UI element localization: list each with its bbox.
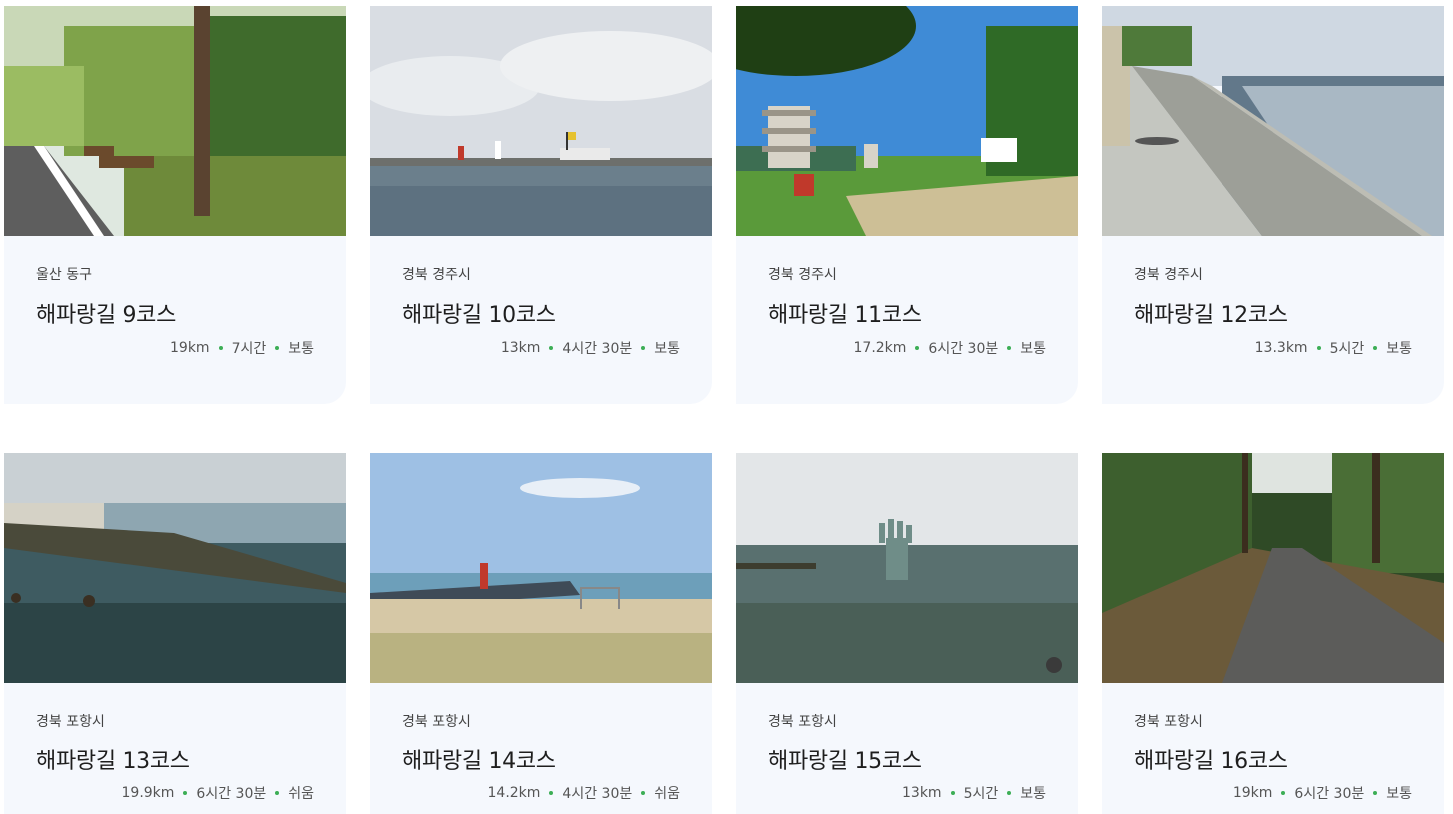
separator-dot-icon bbox=[1373, 346, 1378, 350]
course-title[interactable]: 해파랑길 10코스 bbox=[402, 297, 556, 329]
course-meta: 17.2km 6시간 30분 보통 bbox=[854, 338, 1047, 358]
course-region: 경북 경주시 bbox=[768, 267, 837, 283]
course-meta: 19km 7시간 보통 bbox=[170, 338, 314, 358]
course-distance: 14.2km bbox=[487, 785, 541, 801]
course-duration: 6시간 30분 bbox=[196, 786, 267, 802]
course-distance: 17.2km bbox=[853, 340, 907, 356]
course-photo-hand-sculpture[interactable] bbox=[736, 453, 1078, 683]
separator-dot-icon bbox=[218, 346, 223, 350]
course-title[interactable]: 해파랑길 14코스 bbox=[402, 743, 556, 775]
course-region: 경북 경주시 bbox=[1134, 267, 1203, 283]
course-duration: 6시간 30분 bbox=[1294, 786, 1365, 802]
course-duration: 5시간 bbox=[1329, 341, 1365, 357]
course-card-9[interactable]: 울산 동구 해파랑길 9코스 19km 7시간 보통 bbox=[4, 6, 346, 404]
course-region: 경북 포항시 bbox=[402, 714, 471, 730]
course-meta: 14.2km 4시간 30분 쉬움 bbox=[488, 783, 681, 803]
separator-dot-icon bbox=[1316, 346, 1321, 350]
course-duration: 4시간 30분 bbox=[562, 341, 633, 357]
course-distance: 13.3km bbox=[1254, 340, 1308, 356]
course-title[interactable]: 해파랑길 13코스 bbox=[36, 743, 190, 775]
course-difficulty: 보통 bbox=[1020, 786, 1046, 802]
course-meta: 19.9km 6시간 30분 쉬움 bbox=[122, 783, 315, 803]
course-photo-harbor[interactable] bbox=[370, 6, 712, 236]
course-region: 울산 동구 bbox=[36, 267, 92, 283]
separator-dot-icon bbox=[1007, 791, 1012, 795]
separator-dot-icon bbox=[549, 791, 554, 795]
course-distance: 19km bbox=[1232, 785, 1273, 801]
separator-dot-icon bbox=[275, 791, 280, 795]
separator-dot-icon bbox=[641, 791, 646, 795]
separator-dot-icon bbox=[1373, 791, 1378, 795]
course-distance: 19.9km bbox=[121, 785, 175, 801]
course-meta: 19km 6시간 30분 보통 bbox=[1233, 783, 1412, 803]
course-region: 경북 경주시 bbox=[402, 267, 471, 283]
course-region: 경북 포항시 bbox=[1134, 714, 1203, 730]
course-difficulty: 보통 bbox=[1386, 786, 1412, 802]
course-card-grid: 울산 동구 해파랑길 9코스 19km 7시간 보통 경북 경주시 해파랑길 10 bbox=[0, 0, 1453, 814]
course-distance: 13km bbox=[500, 340, 541, 356]
course-title[interactable]: 해파랑길 9코스 bbox=[36, 297, 176, 329]
course-card-11[interactable]: 경북 경주시 해파랑길 11코스 17.2km 6시간 30분 보통 bbox=[736, 6, 1078, 404]
course-region: 경북 포항시 bbox=[36, 714, 105, 730]
course-card-14[interactable]: 경북 포항시 해파랑길 14코스 14.2km 4시간 30분 쉬움 bbox=[370, 453, 712, 814]
separator-dot-icon bbox=[1281, 791, 1286, 795]
course-distance: 19km bbox=[170, 340, 210, 356]
course-difficulty: 보통 bbox=[1386, 341, 1412, 357]
course-meta: 13km 4시간 30분 보통 bbox=[501, 338, 680, 358]
course-photo-roadside-path[interactable] bbox=[4, 6, 346, 236]
course-duration: 6시간 30분 bbox=[928, 341, 999, 357]
course-duration: 7시간 bbox=[231, 341, 267, 357]
course-meta: 13km 5시간 보통 bbox=[902, 783, 1046, 803]
course-photo-beach-lighthouse[interactable] bbox=[370, 453, 712, 683]
separator-dot-icon bbox=[275, 346, 280, 350]
course-card-15[interactable]: 경북 포항시 해파랑길 15코스 13km 5시간 보통 bbox=[736, 453, 1078, 814]
course-photo-forest-road[interactable] bbox=[1102, 453, 1444, 683]
course-difficulty: 보통 bbox=[1020, 341, 1046, 357]
course-title[interactable]: 해파랑길 16코스 bbox=[1134, 743, 1288, 775]
course-difficulty: 쉬움 bbox=[654, 786, 680, 802]
separator-dot-icon bbox=[183, 791, 188, 795]
separator-dot-icon bbox=[950, 791, 955, 795]
course-difficulty: 보통 bbox=[654, 341, 680, 357]
course-card-10[interactable]: 경북 경주시 해파랑길 10코스 13km 4시간 30분 보통 bbox=[370, 6, 712, 404]
separator-dot-icon bbox=[1007, 346, 1012, 350]
course-difficulty: 보통 bbox=[288, 341, 314, 357]
course-card-13[interactable]: 경북 포항시 해파랑길 13코스 19.9km 6시간 30분 쉬움 bbox=[4, 453, 346, 814]
separator-dot-icon bbox=[549, 346, 554, 350]
separator-dot-icon bbox=[915, 346, 920, 350]
course-card-12[interactable]: 경북 경주시 해파랑길 12코스 13.3km 5시간 보통 bbox=[1102, 6, 1444, 404]
course-duration: 4시간 30분 bbox=[562, 786, 633, 802]
course-title[interactable]: 해파랑길 12코스 bbox=[1134, 297, 1288, 329]
course-title[interactable]: 해파랑길 15코스 bbox=[768, 743, 922, 775]
course-photo-rocky-shore[interactable] bbox=[4, 453, 346, 683]
course-region: 경북 포항시 bbox=[768, 714, 837, 730]
course-difficulty: 쉬움 bbox=[288, 786, 314, 802]
course-photo-coastal-promenade[interactable] bbox=[1102, 6, 1444, 236]
course-duration: 5시간 bbox=[963, 786, 999, 802]
separator-dot-icon bbox=[641, 346, 646, 350]
course-card-16[interactable]: 경북 포항시 해파랑길 16코스 19km 6시간 30분 보통 bbox=[1102, 453, 1444, 814]
course-title[interactable]: 해파랑길 11코스 bbox=[768, 297, 922, 329]
course-meta: 13.3km 5시간 보통 bbox=[1255, 338, 1412, 358]
course-photo-pagoda[interactable] bbox=[736, 6, 1078, 236]
course-distance: 13km bbox=[902, 785, 942, 801]
